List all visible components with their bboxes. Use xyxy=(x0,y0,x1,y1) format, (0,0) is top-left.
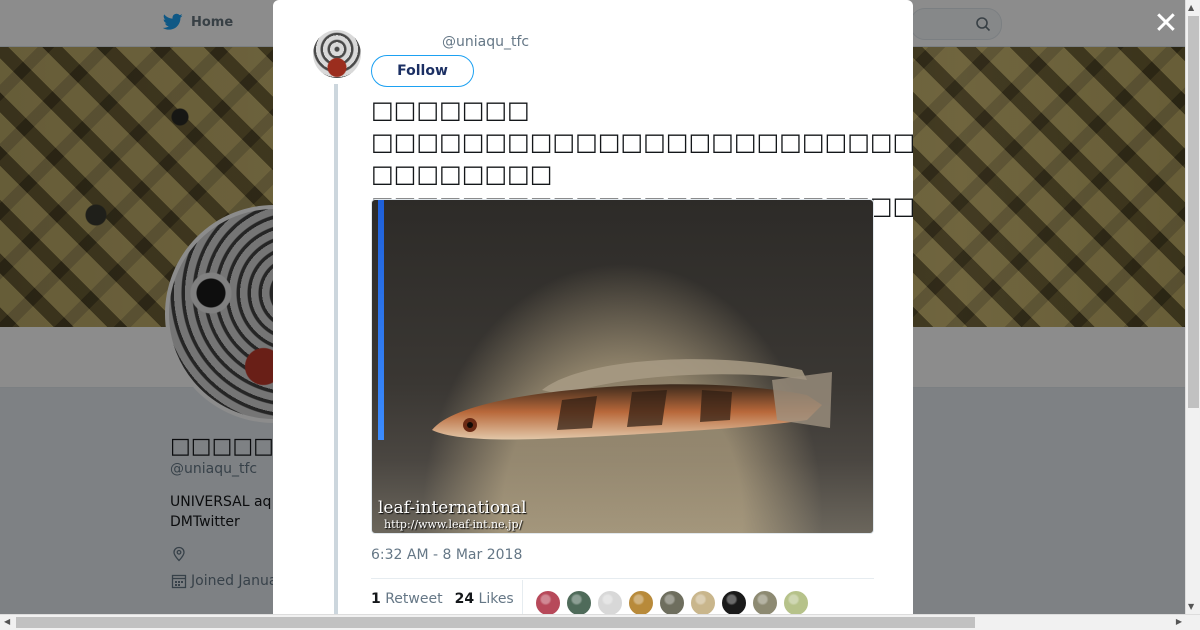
liker-avatar[interactable] xyxy=(566,590,592,614)
liker-avatar[interactable] xyxy=(721,590,747,614)
liker-avatar[interactable] xyxy=(535,590,561,614)
liker-avatar[interactable] xyxy=(752,590,778,614)
close-icon[interactable]: ✕ xyxy=(1152,9,1180,39)
tweet-modal: @uniaqu_tfc Follow □□□□□□□ □□□□□□□□□□□□□… xyxy=(273,0,913,614)
scroll-right-icon[interactable]: ▶ xyxy=(1176,617,1182,626)
tweet-author-handle[interactable]: @uniaqu_tfc xyxy=(442,34,529,50)
likes-stat[interactable]: 24 Likes xyxy=(455,591,514,607)
liker-avatars xyxy=(535,590,809,614)
thread-line xyxy=(334,84,338,614)
watermark-line: leaf-international xyxy=(378,498,527,518)
divider xyxy=(522,580,523,614)
liker-avatar[interactable] xyxy=(659,590,685,614)
retweet-stat[interactable]: 1 Retweet xyxy=(371,591,443,607)
retweet-count: 1 xyxy=(371,591,381,607)
liker-avatar[interactable] xyxy=(628,590,654,614)
vertical-scrollbar[interactable]: ▲ ▼ xyxy=(1185,0,1200,614)
tank-edge xyxy=(378,200,384,440)
likes-count: 24 xyxy=(454,591,475,607)
tweet-timestamp[interactable]: 6:32 AM - 8 Mar 2018 xyxy=(371,547,522,563)
fish-photo xyxy=(432,359,832,440)
scroll-left-icon[interactable]: ◀ xyxy=(4,617,10,626)
likes-label: Likes xyxy=(478,591,514,607)
watermark-line: http://www.leaf-int.ne.jp/ xyxy=(384,518,523,531)
liker-avatar[interactable] xyxy=(783,590,809,614)
tweet-author-avatar[interactable] xyxy=(313,30,361,78)
liker-avatar[interactable] xyxy=(597,590,623,614)
horizontal-scrollbar[interactable]: ◀ ▶ xyxy=(0,614,1200,630)
scrollbar-thumb[interactable] xyxy=(16,617,975,628)
divider xyxy=(371,578,874,579)
retweet-label: Retweet xyxy=(385,591,443,607)
liker-avatar[interactable] xyxy=(690,590,716,614)
scroll-down-icon[interactable]: ▼ xyxy=(1188,602,1194,611)
follow-button[interactable]: Follow xyxy=(371,55,474,87)
tweet-stats: 1 Retweet 24 Likes xyxy=(371,591,514,607)
image-watermark: leaf-international http://www.leaf-int.n… xyxy=(378,498,527,531)
tweet-media-image[interactable]: leaf-international http://www.leaf-int.n… xyxy=(371,199,874,534)
scroll-up-icon[interactable]: ▲ xyxy=(1188,3,1194,12)
scrollbar-thumb[interactable] xyxy=(1188,16,1199,408)
